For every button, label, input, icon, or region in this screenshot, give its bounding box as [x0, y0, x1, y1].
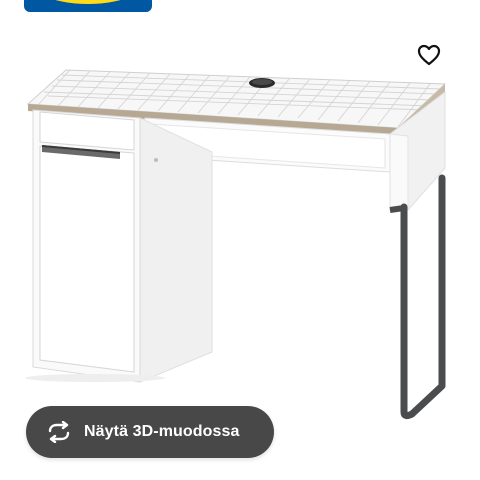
view-3d-label: Näytä 3D-muodossa [84, 423, 240, 440]
favourite-button[interactable] [412, 38, 446, 72]
rotate-arrows-icon [48, 421, 70, 443]
logo-oval [34, 0, 142, 4]
product-image [25, 69, 447, 420]
heart-outline-icon [417, 44, 441, 66]
brand-logo[interactable] [24, 0, 152, 12]
view-3d-button[interactable]: Näytä 3D-muodossa [26, 406, 274, 458]
